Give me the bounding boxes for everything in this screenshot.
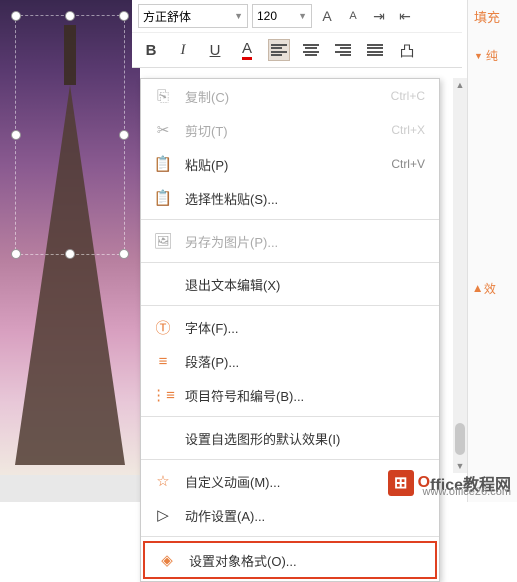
increase-font-button[interactable]: A [316,5,338,27]
align-left-button[interactable] [268,39,290,61]
image-icon: 🖼 [151,232,175,250]
menu-separator [141,459,439,460]
decrease-indent-icon[interactable]: ⇤ [394,5,416,27]
menu-copy-label: 复制(C) [185,87,391,106]
side-panel-item-label: 纯 [486,47,498,64]
menu-action-label: 动作设置(A)... [185,506,425,525]
menu-separator [141,305,439,306]
menu-exit-text-edit-label: 退出文本编辑(X) [185,275,425,294]
side-panel-item-label: 效 [484,280,496,297]
bold-button[interactable]: B [140,39,162,61]
font-family-value: 方正舒体 [143,8,191,25]
menu-separator [141,536,439,537]
cut-icon: ✂ [151,121,175,139]
menu-font[interactable]: Ⓣ 字体(F)... [141,310,439,344]
scroll-up-icon[interactable]: ▲ [453,78,467,92]
star-icon: ☆ [151,472,175,490]
menu-paste-shortcut: Ctrl+V [391,157,425,171]
resize-handle-bl[interactable] [11,249,21,259]
chevron-down-icon: ▼ [298,11,307,21]
menu-bullets-numbering[interactable]: ⋮≡ 项目符号和编号(B)... [141,378,439,412]
font-size-value: 120 [257,9,277,23]
font-color-button[interactable]: A [236,39,258,61]
menu-copy-shortcut: Ctrl+C [391,89,425,103]
menu-separator [141,416,439,417]
increase-indent-icon[interactable]: ⇥ [368,5,390,27]
paragraph-icon: ≡ [151,353,175,370]
text-box-selection[interactable] [15,15,125,255]
watermark-url: www.office26.com [423,486,511,498]
menu-paragraph[interactable]: ≡ 段落(P)... [141,344,439,378]
menu-paste[interactable]: 📋 粘贴(P) Ctrl+V [141,147,439,181]
side-panel: 填充 ▼ 纯 ▶ 效 [467,0,517,502]
menu-paste-special[interactable]: 📋 选择性粘贴(S)... [141,181,439,215]
align-justify-button[interactable] [364,39,386,61]
toolbar-row-font: 方正舒体 ▼ 120 ▼ A A ⇥ ⇤ [132,0,462,33]
menu-default-shape-label: 设置自选图形的默认效果(I) [185,429,425,448]
menu-cut-shortcut: Ctrl+X [391,123,425,137]
office-logo-icon: ⊞ [388,470,414,496]
paste-special-icon: 📋 [151,189,175,207]
underline-button[interactable]: U [204,39,226,61]
menu-action-settings[interactable]: ▷ 动作设置(A)... [141,498,439,532]
vertical-scrollbar[interactable]: ▲ ▼ [453,78,467,473]
menu-save-as-picture-label: 另存为图片(P)... [185,232,425,251]
play-icon: ▷ [151,506,175,524]
menu-separator [141,262,439,263]
font-icon: Ⓣ [151,317,175,338]
resize-handle-ml[interactable] [11,130,21,140]
menu-separator [141,219,439,220]
menu-paragraph-label: 段落(P)... [185,352,425,371]
menu-exit-text-edit[interactable]: 退出文本编辑(X) [141,267,439,301]
resize-handle-br[interactable] [119,249,129,259]
align-right-button[interactable] [332,39,354,61]
menu-cut-label: 剪切(T) [185,121,391,140]
list-icon: ⋮≡ [151,386,175,404]
triangle-right-icon: ▶ [472,285,483,292]
context-menu: ⎘ 复制(C) Ctrl+C ✂ 剪切(T) Ctrl+X 📋 粘贴(P) Ct… [140,78,440,582]
menu-paste-special-label: 选择性粘贴(S)... [185,189,425,208]
toolbar-row-format: B I U A 凸 [132,33,462,67]
menu-format-object-label: 设置对象格式(O)... [189,551,421,570]
menu-save-as-picture: 🖼 另存为图片(P)... [141,224,439,258]
menu-cut: ✂ 剪切(T) Ctrl+X [141,113,439,147]
side-panel-section-solid[interactable]: ▼ 纯 [474,39,511,72]
side-panel-tab-fill[interactable]: 填充 [474,4,511,29]
format-object-icon: ◈ [155,551,179,569]
resize-handle-mr[interactable] [119,130,129,140]
menu-format-object[interactable]: ◈ 设置对象格式(O)... [145,543,435,577]
decrease-font-button[interactable]: A [342,5,364,27]
copy-icon: ⎘ [151,88,175,105]
italic-button[interactable]: I [172,39,194,61]
resize-handle-bc[interactable] [65,249,75,259]
font-size-select[interactable]: 120 ▼ [252,4,312,28]
formatting-toolbar: 方正舒体 ▼ 120 ▼ A A ⇥ ⇤ B I U A 凸 [132,0,462,68]
menu-default-shape-effect[interactable]: 设置自选图形的默认效果(I) [141,421,439,455]
align-center-button[interactable] [300,39,322,61]
resize-handle-tr[interactable] [119,11,129,21]
triangle-down-icon: ▼ [474,51,483,61]
canvas-bottom-border [0,475,140,502]
resize-handle-tc[interactable] [65,11,75,21]
menu-font-label: 字体(F)... [185,318,425,337]
font-family-select[interactable]: 方正舒体 ▼ [138,4,248,28]
menu-copy: ⎘ 复制(C) Ctrl+C [141,79,439,113]
highlighted-menu-item: ◈ 设置对象格式(O)... [143,541,437,579]
scroll-thumb[interactable] [455,423,465,455]
resize-handle-tl[interactable] [11,11,21,21]
watermark: ⊞ Office教程网 www.office26.com [388,470,511,496]
paste-icon: 📋 [151,155,175,173]
menu-paste-label: 粘贴(P) [185,155,391,174]
slide-canvas[interactable] [0,0,140,475]
highlight-button[interactable]: 凸 [396,39,418,61]
chevron-down-icon: ▼ [234,11,243,21]
menu-bullets-label: 项目符号和编号(B)... [185,386,425,405]
side-panel-section-effects[interactable]: ▶ 效 [474,272,511,305]
